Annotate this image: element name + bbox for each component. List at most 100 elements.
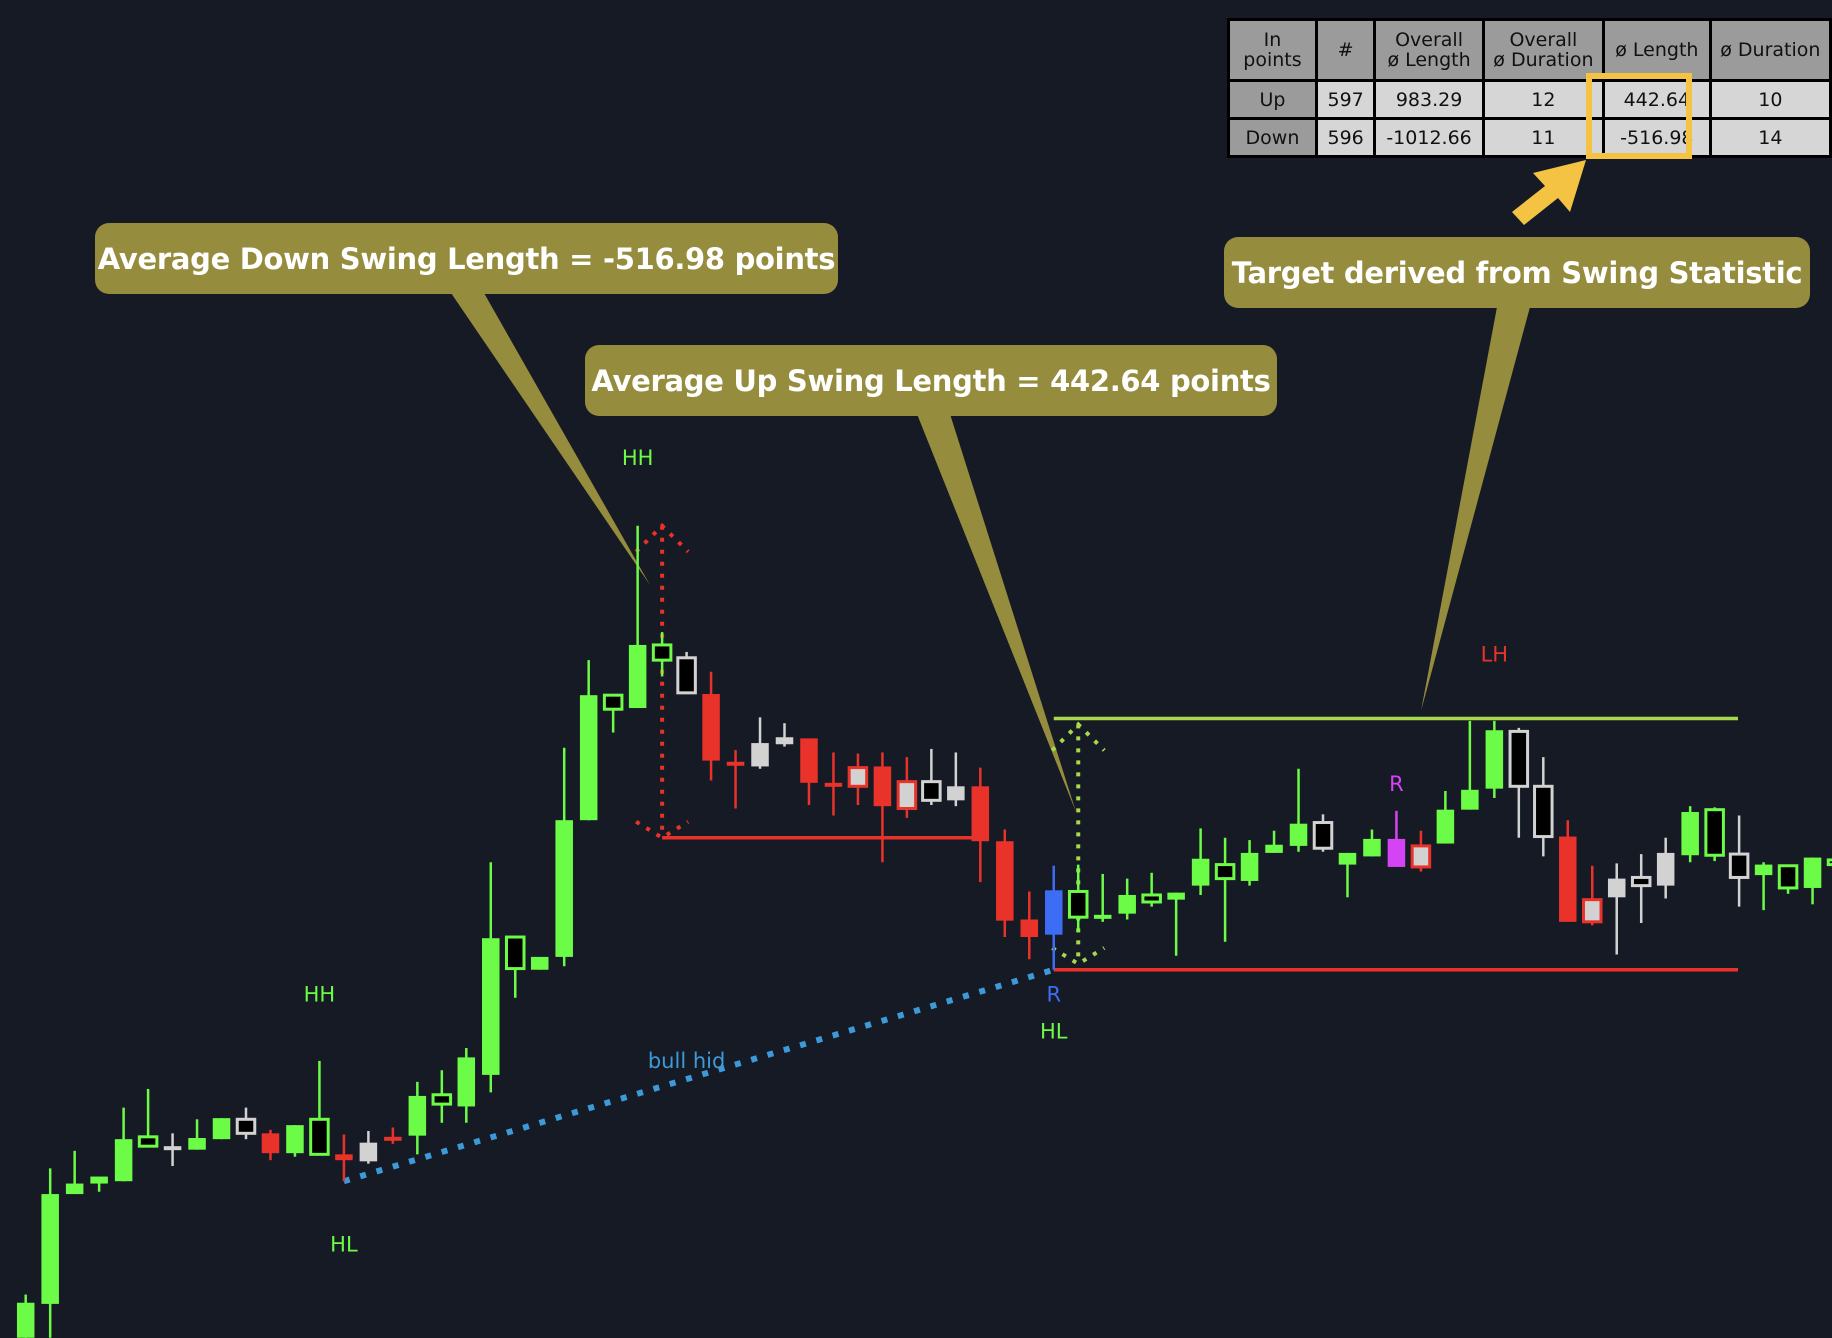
candle-body xyxy=(579,695,598,821)
candle-body xyxy=(530,956,549,970)
candle xyxy=(286,1125,304,1157)
target-callout-text: Target derived from Swing Statistic xyxy=(1231,255,1803,290)
candle-body xyxy=(1803,857,1822,888)
header-overall-duration: Overall ø Duration xyxy=(1481,18,1606,82)
candle xyxy=(1656,837,1675,899)
candle xyxy=(384,1127,402,1144)
candle-body xyxy=(971,786,990,842)
candle xyxy=(921,748,942,806)
candle-body xyxy=(114,1139,133,1182)
candle xyxy=(651,632,673,677)
candle xyxy=(1093,873,1112,922)
highlight-arrow xyxy=(1512,160,1586,225)
candle-body xyxy=(1508,729,1530,788)
candle xyxy=(1191,828,1210,895)
candle xyxy=(555,747,573,967)
candle xyxy=(602,693,624,733)
candle-body xyxy=(676,656,697,695)
candle-body xyxy=(1581,898,1603,924)
candle-body xyxy=(1681,812,1699,856)
candle xyxy=(1826,858,1832,867)
candle xyxy=(751,717,769,769)
candle-body xyxy=(482,938,500,1075)
candle xyxy=(1118,878,1136,920)
candle-body xyxy=(602,693,624,711)
candle-body xyxy=(896,780,918,811)
table-row-up: Up 597 983.29 12 442.64 10 xyxy=(1227,79,1832,120)
cell-overall-length: -1012.66 xyxy=(1373,117,1485,158)
candle xyxy=(261,1129,280,1161)
up-swing-callout-text: Average Up Swing Length = 442.64 points xyxy=(591,363,1271,398)
header-line: ø Length xyxy=(1387,49,1471,71)
candle xyxy=(235,1107,257,1140)
candle xyxy=(1020,891,1039,960)
candle-body xyxy=(1728,852,1750,879)
candle-body xyxy=(309,1117,330,1156)
header-line: ø Duration xyxy=(1493,49,1594,71)
cell-count: 597 xyxy=(1314,79,1377,120)
candle-body xyxy=(504,935,526,971)
candle-body xyxy=(41,1194,59,1304)
candle-body xyxy=(1704,808,1725,857)
candle xyxy=(579,660,598,821)
candle xyxy=(1214,837,1236,942)
candle-body xyxy=(359,1142,378,1162)
header-line: In xyxy=(1263,29,1282,51)
candle xyxy=(408,1081,427,1155)
candle xyxy=(309,1060,330,1156)
row-label: Down xyxy=(1227,117,1318,158)
candle xyxy=(1803,857,1822,905)
candle xyxy=(41,1168,59,1338)
candle xyxy=(530,956,549,970)
candle xyxy=(1533,757,1554,857)
target-callout-tail xyxy=(1421,307,1530,711)
candle xyxy=(1461,720,1479,810)
candle-body xyxy=(628,644,647,709)
price-chart[interactable]: HH HL HH R HL R LH bull hid xyxy=(0,0,1832,1338)
down-swing-callout: Average Down Swing Length = -516.98 poin… xyxy=(95,223,838,294)
candle-body xyxy=(1656,852,1675,886)
cell-count: 596 xyxy=(1314,117,1377,158)
candle-body xyxy=(261,1133,280,1154)
candle-body xyxy=(431,1093,453,1106)
candle-body xyxy=(212,1118,231,1140)
candle-body xyxy=(751,743,769,767)
candles-layer xyxy=(16,525,1832,1338)
candle xyxy=(1167,892,1185,956)
candle xyxy=(1312,814,1334,852)
candle-body xyxy=(651,643,673,662)
candle xyxy=(726,750,745,809)
candle-body xyxy=(1533,784,1554,839)
candle-body xyxy=(1141,893,1162,904)
avg-length-highlight-box xyxy=(1586,73,1692,159)
candle xyxy=(188,1119,206,1150)
candle xyxy=(847,753,869,806)
candle xyxy=(873,752,892,863)
swing-label-hl: HL xyxy=(1040,1020,1068,1044)
candle-body xyxy=(1214,863,1236,881)
candle-body xyxy=(702,694,720,761)
candle xyxy=(1338,852,1357,898)
candle xyxy=(16,1294,35,1338)
candle-body xyxy=(1826,858,1832,867)
up-swing-callout: Average Up Swing Length = 442.64 points xyxy=(585,345,1277,416)
candle-body xyxy=(775,737,794,745)
row-label: Up xyxy=(1227,79,1318,120)
header-avg-duration: ø Duration xyxy=(1708,18,1832,82)
header-avg-length: ø Length xyxy=(1602,18,1712,82)
candle xyxy=(702,671,720,781)
candle xyxy=(1754,862,1773,911)
candle-body xyxy=(1559,836,1577,922)
candle-body xyxy=(90,1176,108,1184)
swing-label-bull-hid: bull hid xyxy=(648,1049,725,1073)
candle-body xyxy=(408,1095,427,1136)
candle-body xyxy=(726,761,745,766)
cell-overall-length: 983.29 xyxy=(1373,79,1485,120)
candle-body xyxy=(1289,823,1308,846)
candle-body xyxy=(996,841,1014,921)
bull-hidden-divergence-line xyxy=(343,966,1055,1185)
header-overall-length: Overall ø Length xyxy=(1373,18,1485,82)
candle xyxy=(1559,820,1577,922)
candle-body xyxy=(1485,730,1504,789)
candle-body xyxy=(1191,858,1210,886)
